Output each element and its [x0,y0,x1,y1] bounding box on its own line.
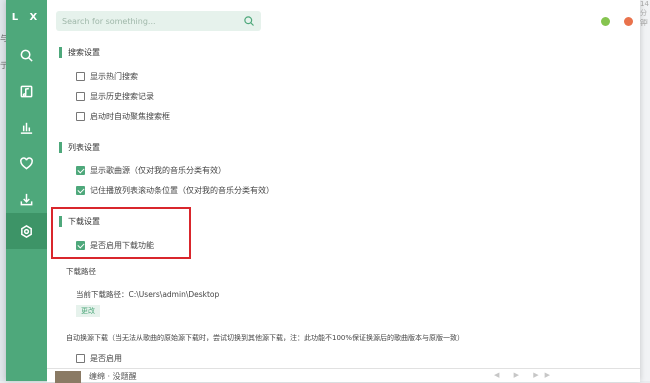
option-label: 显示历史搜索记录 [90,91,154,101]
settings-panel: 搜索设置 显示热门搜索 显示历史搜索记录 启动时自动聚焦搜索框 列表设置 显示歌… [47,40,640,368]
current-path-value: C:\Users\admin\Desktop [128,290,220,299]
player-bar: 缠绵 · 没题醒 ◀ ▶ ▶▶ [47,368,640,383]
music-file-icon [20,85,33,97]
close-button[interactable] [624,17,633,26]
background-right-panel: 14分钟 ☐ [639,0,650,381]
sidebar-item-leaderboard[interactable] [6,109,47,145]
option-autofocus-search[interactable]: 启动时自动聚焦搜索框 [76,110,170,122]
sidebar-item-settings[interactable] [6,213,47,249]
album-cover[interactable] [55,371,81,383]
search-input[interactable] [56,11,248,31]
highlight-box [51,207,191,259]
option-label: 显示热门搜索 [90,71,138,81]
search-icon[interactable] [243,15,255,27]
checkbox[interactable] [76,353,85,363]
chart-icon [20,122,33,134]
checkbox-checked[interactable] [76,165,85,175]
app-window: L X 搜索设置 显示热门搜索 [6,0,640,383]
option-label: 记住播放列表滚动条位置（仅对我的音乐分类有效） [90,185,274,195]
sidebar-item-my-music[interactable] [6,145,47,181]
current-path: 当前下载路径：C:\Users\admin\Desktop [76,289,219,300]
option-show-search-history[interactable]: 显示历史搜索记录 [76,90,154,102]
player-controls[interactable]: ◀ ▶ ▶▶ [494,371,556,379]
checkbox[interactable] [76,71,85,81]
checkbox-checked[interactable] [76,185,85,195]
change-path-button[interactable]: 更改 [76,305,100,317]
sidebar-item-download[interactable] [6,181,47,217]
option-label: 显示歌曲源（仅对我的音乐分类有效） [90,165,226,175]
auto-switch-source-note: 自动换源下载（当无法从歌曲的原始源下载时，尝试切换到其他源下载，注：此功能不10… [66,334,465,342]
option-auto-switch-source[interactable]: 是否启用 [76,352,122,364]
heart-icon [20,156,33,170]
option-show-hot-search[interactable]: 显示热门搜索 [76,70,138,82]
player-song-title: 缠绵 · 没题醒 [89,372,137,381]
search-box [56,11,261,31]
option-show-song-source[interactable]: 显示歌曲源（仅对我的音乐分类有效） [76,164,226,176]
background-mark: ☐ [641,18,648,26]
option-label: 启动时自动聚焦搜索框 [90,111,170,121]
settings-icon [21,224,32,238]
checkbox[interactable] [76,91,85,101]
section-title-search: 搜索设置 [59,47,100,58]
option-remember-scroll[interactable]: 记住播放列表滚动条位置（仅对我的音乐分类有效） [76,184,274,196]
sidebar-item-songlist[interactable] [6,73,47,109]
download-path-heading: 下载路径 [66,267,96,276]
checkbox[interactable] [76,111,85,121]
section-title-list: 列表设置 [59,142,100,153]
download-icon [20,193,33,205]
current-path-label: 当前下载路径： [76,290,129,299]
top-bar [47,0,640,40]
sidebar-item-search[interactable] [6,37,47,73]
minimize-button[interactable] [601,17,610,26]
sidebar: L X [6,0,47,381]
search-icon [20,49,33,62]
app-logo: L X [11,12,42,23]
option-label: 是否启用 [90,353,122,363]
